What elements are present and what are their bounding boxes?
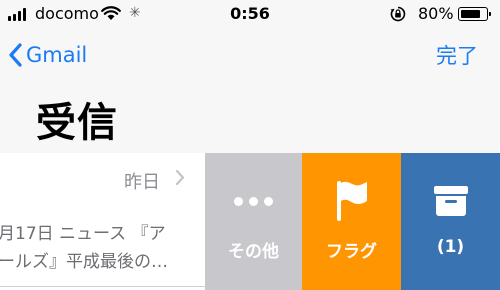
row-separator xyxy=(0,286,205,287)
chevron-right-icon xyxy=(175,169,185,186)
more-action-button[interactable]: その他 xyxy=(205,153,302,290)
archive-box-icon xyxy=(401,177,500,225)
archive-action-button[interactable]: (1) xyxy=(401,153,500,290)
mail-date: 昨日 xyxy=(124,172,160,193)
mail-row[interactable]: 昨日 月17日 ニュース 『ア ールズ』平成最後の… その他 フラグ (1) xyxy=(0,153,500,290)
back-button-label: Gmail xyxy=(26,43,88,67)
done-button[interactable]: 完了 xyxy=(436,40,478,70)
mail-content[interactable]: 昨日 月17日 ニュース 『ア ールズ』平成最後の… xyxy=(0,153,205,290)
more-action-label: その他 xyxy=(228,242,279,262)
ellipsis-icon xyxy=(205,177,302,225)
battery-icon xyxy=(458,7,491,21)
back-button[interactable]: Gmail xyxy=(8,38,87,72)
status-bar: docomo ✳ 0:56 80% xyxy=(0,0,500,30)
flag-icon xyxy=(302,177,401,225)
orientation-lock-icon xyxy=(390,6,406,22)
flag-action-button[interactable]: フラグ xyxy=(302,153,401,290)
mail-preview: 月17日 ニュース 『ア ールズ』平成最後の… xyxy=(0,224,168,272)
flag-action-label: フラグ xyxy=(326,242,377,262)
battery-percentage: 80% xyxy=(418,4,454,23)
page-title: 受信 xyxy=(36,100,118,146)
archive-action-label: (1) xyxy=(436,237,465,257)
chevron-left-icon xyxy=(9,43,22,67)
